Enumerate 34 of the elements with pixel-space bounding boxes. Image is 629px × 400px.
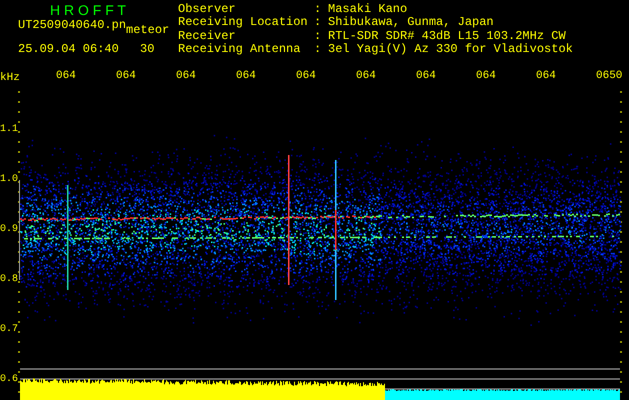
info-value: 3el Yagi(V) Az 330 for Vladivostok xyxy=(328,42,573,56)
frequency-label: 0.9 xyxy=(0,224,18,236)
info-label: Receiving Location xyxy=(178,16,309,30)
info-value: Masaki Kano xyxy=(328,3,408,16)
frequency-label: 1.0 xyxy=(0,174,18,186)
separator: : xyxy=(314,16,322,30)
file-name: UT2509040640.pn xyxy=(18,19,126,32)
info-value: Shibukawa, Gunma, Japan xyxy=(328,16,495,30)
time-label: 064 xyxy=(176,70,196,82)
info-label: Receiving Antenna xyxy=(178,42,302,56)
time-label: 064 xyxy=(236,70,256,82)
info-label: Observer xyxy=(178,3,237,16)
timestamp: 25.09.04 06:40 xyxy=(18,43,120,56)
time-label: 064 xyxy=(116,70,136,82)
time-label: 064 xyxy=(416,70,436,82)
frequency-label: 1.1 xyxy=(0,124,18,136)
axis-unit: kHz xyxy=(0,72,20,84)
frequency-label: 0.7 xyxy=(0,324,18,336)
separator: : xyxy=(314,3,322,16)
time-label: 064 xyxy=(56,70,76,82)
event-type: meteor xyxy=(126,24,170,37)
separator: : xyxy=(314,42,322,56)
count-value: 30 xyxy=(140,43,154,56)
app-title: H R O F F T xyxy=(49,3,127,17)
time-label: 064 xyxy=(296,70,316,82)
info-label: Receiver xyxy=(178,30,237,43)
time-label: 064 xyxy=(476,70,496,82)
time-label: 0650 xyxy=(596,70,622,82)
frequency-label: 0.8 xyxy=(0,274,18,286)
info-value: RTL-SDR SDR# 43dB L15 103.2MHz CW xyxy=(328,30,567,43)
time-label: 064 xyxy=(356,70,376,82)
separator: : xyxy=(314,30,322,43)
time-label: 064 xyxy=(536,70,556,82)
frequency-label: 0.6 xyxy=(0,374,18,386)
